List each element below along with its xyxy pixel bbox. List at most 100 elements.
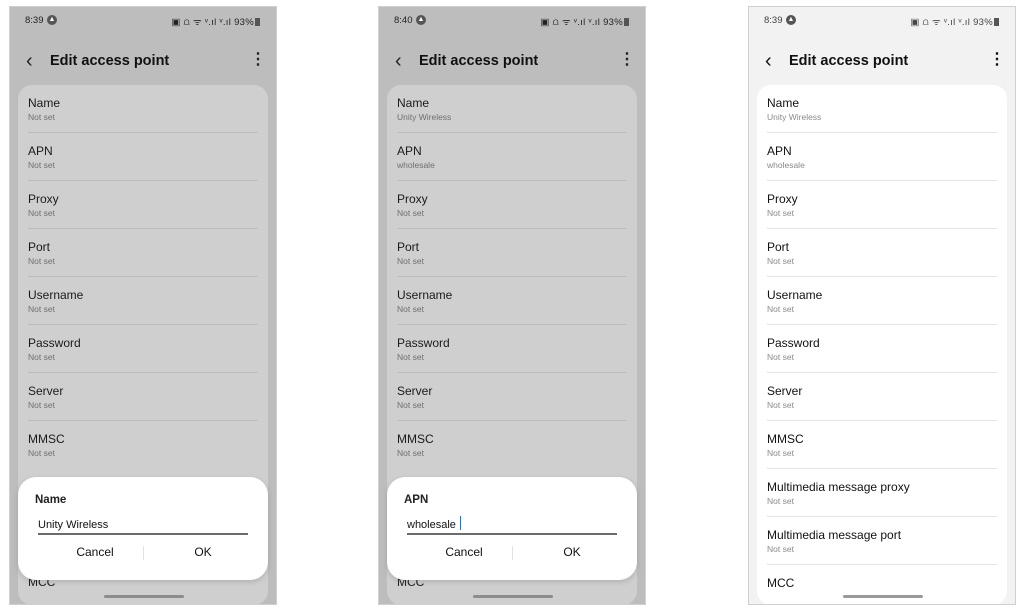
status-icons: ▣ ⩍ ᯤ ᵛ.ıl ᵛ.ıl 93%: [171, 15, 260, 28]
item-label: Proxy: [28, 192, 59, 206]
status-right-text: ▣ ⩍ ᯤ ᵛ.ıl ᵛ.ıl 93%: [910, 17, 993, 28]
app-bar: ‹ Edit access point ⋮: [379, 49, 645, 77]
item-label: Username: [397, 288, 453, 302]
list-item-password[interactable]: Password Not set: [18, 325, 268, 373]
item-value: Not set: [767, 544, 794, 554]
list-item-mmsc[interactable]: MMSC Not set: [387, 421, 637, 469]
list-item-apn[interactable]: APN Not set: [18, 133, 268, 181]
name-input[interactable]: [38, 516, 248, 535]
status-time: 8:39: [25, 15, 44, 26]
item-value: Not set: [397, 256, 424, 266]
item-value: Not set: [28, 448, 55, 458]
list-item-mmsc[interactable]: MMSC Not set: [18, 421, 268, 469]
cancel-button[interactable]: Cancel: [50, 545, 140, 559]
item-label: MMSC: [767, 432, 804, 446]
item-value: Not set: [28, 112, 55, 122]
list-item-mms-port[interactable]: Multimedia message port Not set: [757, 517, 1007, 565]
item-label: Password: [767, 336, 820, 350]
status-icons: ▣ ⩍ ᯤ ᵛ.ıl ᵛ.ıl 93%: [910, 15, 999, 28]
more-options-icon[interactable]: ⋮: [250, 51, 266, 69]
status-bar: 8:40 ▲ ▣ ⩍ ᯤ ᵛ.ıl ᵛ.ıl 93%: [379, 7, 645, 31]
list-item-username[interactable]: Username Not set: [387, 277, 637, 325]
item-value: Not set: [28, 400, 55, 410]
list-item-proxy[interactable]: Proxy Not set: [387, 181, 637, 229]
list-item-server[interactable]: Server Not set: [18, 373, 268, 421]
ok-button[interactable]: OK: [158, 545, 248, 559]
edit-apn-dialog: APN Cancel OK: [387, 477, 637, 580]
home-indicator[interactable]: [843, 595, 923, 598]
home-indicator[interactable]: [473, 595, 553, 598]
list-item-mms-proxy[interactable]: Multimedia message proxy Not set: [757, 469, 1007, 517]
status-time: 8:40: [394, 15, 413, 26]
item-value: Not set: [28, 352, 55, 362]
notification-icon: ▲: [786, 15, 796, 25]
item-label: Multimedia message proxy: [767, 480, 910, 494]
item-label: Name: [28, 96, 61, 110]
list-item-server[interactable]: Server Not set: [757, 373, 1007, 421]
page-title: Edit access point: [419, 53, 539, 69]
button-divider: [512, 546, 513, 560]
item-value: Not set: [397, 400, 424, 410]
item-label: MCC: [767, 576, 795, 590]
item-label: MMSC: [28, 432, 65, 446]
list-item-name[interactable]: Name Not set: [18, 85, 268, 133]
item-value: Not set: [767, 352, 794, 362]
battery-icon: [624, 18, 629, 26]
list-item-mmsc[interactable]: MMSC Not set: [757, 421, 1007, 469]
list-item-proxy[interactable]: Proxy Not set: [18, 181, 268, 229]
list-item-username[interactable]: Username Not set: [18, 277, 268, 325]
list-item-proxy[interactable]: Proxy Not set: [757, 181, 1007, 229]
item-value: wholesale: [767, 160, 805, 170]
item-label: APN: [767, 144, 792, 158]
item-value: Not set: [28, 208, 55, 218]
ok-button[interactable]: OK: [527, 545, 617, 559]
item-value: Not set: [767, 448, 794, 458]
item-label: Name: [397, 96, 430, 110]
home-indicator[interactable]: [104, 595, 184, 598]
list-item-port[interactable]: Port Not set: [757, 229, 1007, 277]
battery-icon: [994, 18, 999, 26]
item-label: Multimedia message port: [767, 528, 902, 542]
item-label: Port: [767, 240, 790, 254]
list-item-port[interactable]: Port Not set: [18, 229, 268, 277]
item-value: Not set: [767, 496, 794, 506]
item-value: Not set: [397, 352, 424, 362]
list-item-name[interactable]: Name Unity Wireless: [387, 85, 637, 133]
dialog-title: APN: [404, 494, 429, 506]
settings-list: Name Unity Wireless APN wholesale Proxy Not…: [757, 85, 1007, 604]
text-cursor: [460, 516, 461, 530]
item-label: Username: [28, 288, 84, 302]
item-value: Unity Wireless: [397, 112, 452, 122]
item-label: APN: [28, 144, 53, 158]
list-item-password[interactable]: Password Not set: [757, 325, 1007, 373]
more-options-icon[interactable]: ⋮: [619, 51, 635, 69]
back-chevron-icon[interactable]: ‹: [765, 51, 772, 71]
more-options-icon[interactable]: ⋮: [989, 51, 1005, 69]
apn-input[interactable]: [407, 516, 617, 535]
list-item-server[interactable]: Server Not set: [387, 373, 637, 421]
phone-screen-apn-dialog: 8:40 ▲ ▣ ⩍ ᯤ ᵛ.ıl ᵛ.ıl 93% ‹ Edit access…: [378, 6, 646, 605]
item-value: Not set: [767, 304, 794, 314]
list-item-username[interactable]: Username Not set: [757, 277, 1007, 325]
item-label: Password: [397, 336, 450, 350]
app-bar: ‹ Edit access point ⋮: [10, 49, 276, 77]
item-label: Port: [28, 240, 51, 254]
item-label: Password: [28, 336, 81, 350]
list-item-apn[interactable]: APN wholesale: [387, 133, 637, 181]
cancel-button[interactable]: Cancel: [419, 545, 509, 559]
item-label: Server: [28, 384, 64, 398]
status-right-text: ▣ ⩍ ᯤ ᵛ.ıl ᵛ.ıl 93%: [540, 17, 623, 28]
status-bar: 8:39 ▲ ▣ ⩍ ᯤ ᵛ.ıl ᵛ.ıl 93%: [10, 7, 276, 31]
list-item-mcc[interactable]: MCC: [757, 565, 1007, 604]
back-chevron-icon[interactable]: ‹: [395, 51, 402, 71]
list-item-password[interactable]: Password Not set: [387, 325, 637, 373]
list-item-apn[interactable]: APN wholesale: [757, 133, 1007, 181]
item-value: Not set: [28, 160, 55, 170]
item-value: Not set: [767, 400, 794, 410]
list-item-name[interactable]: Name Unity Wireless: [757, 85, 1007, 133]
back-chevron-icon[interactable]: ‹: [26, 51, 33, 71]
list-item-port[interactable]: Port Not set: [387, 229, 637, 277]
item-value: Not set: [767, 256, 794, 266]
status-right-text: ▣ ⩍ ᯤ ᵛ.ıl ᵛ.ıl 93%: [171, 17, 254, 28]
status-icons: ▣ ⩍ ᯤ ᵛ.ıl ᵛ.ıl 93%: [540, 15, 629, 28]
